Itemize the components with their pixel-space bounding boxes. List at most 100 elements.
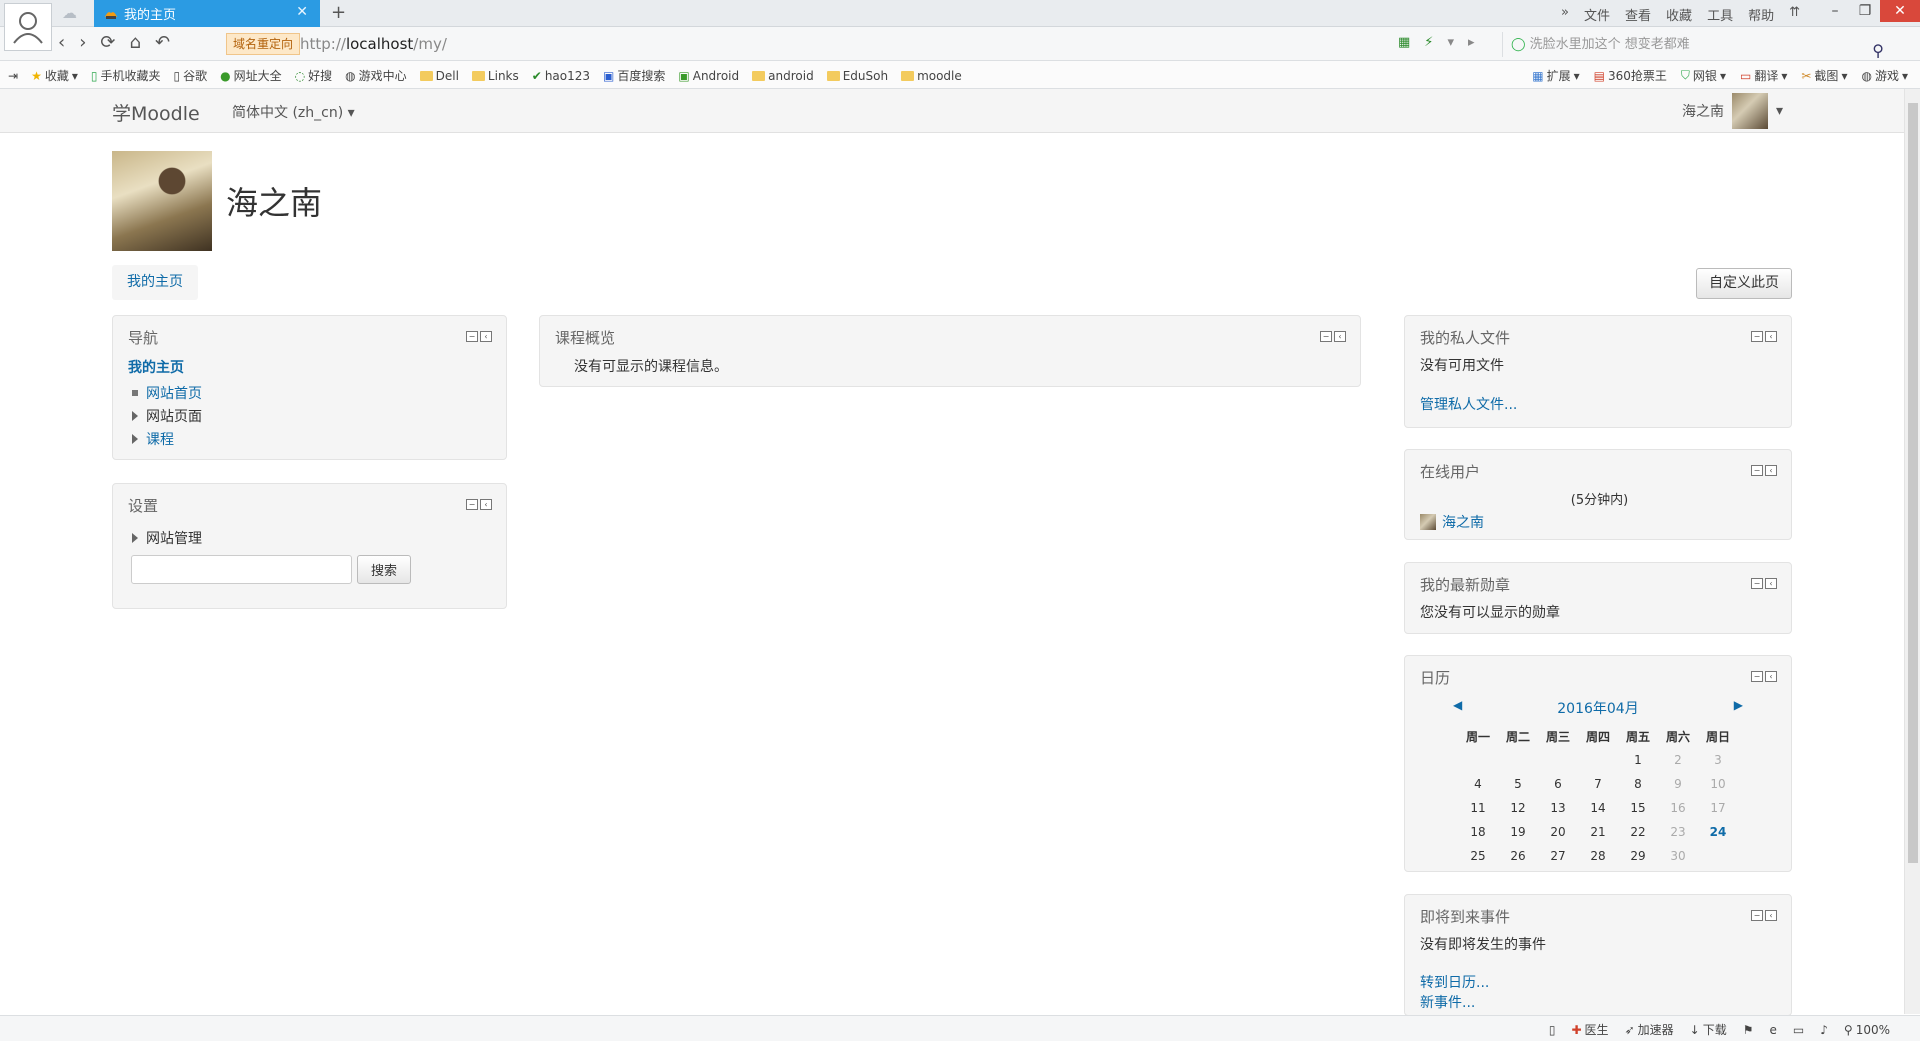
status-accelerator[interactable]: ➶ 加速器 bbox=[1625, 1021, 1674, 1038]
calendar-day[interactable]: 10 bbox=[1698, 772, 1738, 796]
cloud-icon[interactable]: ☁ bbox=[62, 4, 77, 22]
search-input[interactable]: ◯ 洗脸水里加这个 想变老都难 ⚲ bbox=[1502, 32, 1894, 60]
flag-icon[interactable]: ⚑ bbox=[1743, 1023, 1754, 1037]
domain-redirect-badge[interactable]: 域名重定向 bbox=[226, 33, 301, 55]
undo-icon[interactable]: ↶ bbox=[155, 32, 170, 53]
settings-item-site-admin[interactable]: 网站管理 bbox=[128, 526, 494, 549]
calendar-day[interactable]: 20 bbox=[1538, 820, 1578, 844]
calendar-day[interactable]: 25 bbox=[1458, 844, 1498, 868]
collapse-icon[interactable]: − bbox=[1751, 465, 1763, 476]
calendar-day[interactable]: 16 bbox=[1658, 796, 1698, 820]
ext-extensions[interactable]: ▦ 扩展 ▾ bbox=[1532, 67, 1579, 84]
tab-close-icon[interactable]: ✕ bbox=[296, 4, 308, 20]
bookmark-sites[interactable]: ● 网址大全 bbox=[220, 67, 282, 84]
mobile-icon[interactable]: ▯ bbox=[1549, 1023, 1556, 1037]
nav-link-site-home[interactable]: 网站首页 bbox=[146, 383, 202, 403]
menu-favorites[interactable]: 收藏 bbox=[1666, 5, 1692, 24]
bookmark-dell[interactable]: Dell bbox=[419, 69, 459, 83]
calendar-day[interactable]: 11 bbox=[1458, 796, 1498, 820]
bookmark-android[interactable]: ▣ Android bbox=[678, 69, 739, 83]
collapse-icon[interactable]: − bbox=[1751, 578, 1763, 589]
new-event-link[interactable]: 新事件... bbox=[1420, 992, 1779, 1012]
bookmark-moodle[interactable]: moodle bbox=[901, 69, 962, 83]
menu-tools[interactable]: 工具 bbox=[1707, 5, 1733, 24]
monitor-icon[interactable]: ▭ bbox=[1793, 1023, 1804, 1037]
dock-icon[interactable]: ‹ bbox=[1765, 578, 1777, 589]
bookmark-games[interactable]: ◍ 游戏中心 bbox=[345, 67, 407, 84]
language-menu[interactable]: 简体中文 (zh_cn) ▾ bbox=[232, 102, 355, 122]
close-window-icon[interactable]: ✕ bbox=[1880, 0, 1920, 22]
calendar-day[interactable]: 22 bbox=[1618, 820, 1658, 844]
back-icon[interactable]: ‹ bbox=[58, 32, 65, 53]
dock-icon[interactable]: ‹ bbox=[1765, 910, 1777, 921]
sidebar-toggle-icon[interactable]: ⇥ bbox=[8, 69, 18, 83]
menu-more[interactable]: » bbox=[1561, 5, 1569, 24]
calendar-day[interactable]: 19 bbox=[1498, 820, 1538, 844]
speaker-icon[interactable]: ♪ bbox=[1820, 1023, 1828, 1037]
play-icon[interactable]: ▸ bbox=[1468, 35, 1475, 50]
goto-calendar-link[interactable]: 转到日历... bbox=[1420, 972, 1779, 992]
lightning-icon[interactable]: ⚡ bbox=[1424, 35, 1433, 50]
url-input[interactable]: http://localhost/my/ bbox=[300, 32, 1495, 57]
calendar-day[interactable]: 9 bbox=[1658, 772, 1698, 796]
search-icon[interactable]: ⚲ bbox=[1872, 38, 1884, 63]
ie-icon[interactable]: e bbox=[1769, 1023, 1776, 1037]
user-profile-button[interactable] bbox=[4, 3, 52, 51]
ext-tickets[interactable]: ▤ 360抢票王 bbox=[1594, 67, 1667, 84]
next-month-icon[interactable]: ▶ bbox=[1734, 698, 1743, 718]
calendar-day[interactable]: 17 bbox=[1698, 796, 1738, 820]
calendar-day[interactable]: 6 bbox=[1538, 772, 1578, 796]
nav-link-courses[interactable]: 课程 bbox=[146, 429, 174, 449]
pin-icon[interactable]: ⇈ bbox=[1789, 5, 1800, 24]
nav-item-site-pages[interactable]: 网站页面 bbox=[128, 404, 494, 427]
dropdown-icon[interactable]: ▾ bbox=[1447, 35, 1454, 50]
bookmark-baidu[interactable]: ▣ 百度搜索 bbox=[603, 67, 665, 84]
collapse-icon[interactable]: − bbox=[1751, 671, 1763, 682]
calendar-day[interactable]: 14 bbox=[1578, 796, 1618, 820]
customize-page-button[interactable]: 自定义此页 bbox=[1696, 268, 1792, 299]
calendar-day[interactable]: 12 bbox=[1498, 796, 1538, 820]
scrollbar-thumb[interactable] bbox=[1908, 103, 1918, 863]
collapse-icon[interactable]: − bbox=[466, 499, 478, 510]
breadcrumb[interactable]: 我的主页 bbox=[112, 265, 198, 300]
qr-icon[interactable]: ▦ bbox=[1398, 35, 1410, 50]
calendar-day[interactable]: 23 bbox=[1658, 820, 1698, 844]
calendar-day[interactable]: 26 bbox=[1498, 844, 1538, 868]
dock-icon[interactable]: ‹ bbox=[1765, 465, 1777, 476]
new-tab-button[interactable]: + bbox=[331, 2, 346, 23]
calendar-day[interactable]: 7 bbox=[1578, 772, 1618, 796]
bookmark-mobile[interactable]: ▯ 手机收藏夹 bbox=[91, 67, 161, 84]
calendar-day[interactable]: 28 bbox=[1578, 844, 1618, 868]
status-download[interactable]: ↓ 下载 bbox=[1690, 1021, 1727, 1038]
ext-bank[interactable]: ⛉ 网银 ▾ bbox=[1681, 67, 1726, 84]
browser-tab-active[interactable]: 我的主页 ✕ bbox=[94, 0, 320, 27]
restore-icon[interactable]: ❐ bbox=[1850, 0, 1880, 22]
calendar-day[interactable]: 30 bbox=[1658, 844, 1698, 868]
menu-file[interactable]: 文件 bbox=[1584, 5, 1610, 24]
page-scrollbar[interactable] bbox=[1904, 89, 1920, 1014]
user-picture[interactable] bbox=[112, 151, 212, 251]
dock-icon[interactable]: ‹ bbox=[1765, 331, 1777, 342]
collapse-icon[interactable]: − bbox=[1320, 331, 1332, 342]
ext-screenshot[interactable]: ✂ 截图 ▾ bbox=[1801, 67, 1847, 84]
dock-icon[interactable]: ‹ bbox=[1765, 671, 1777, 682]
calendar-day[interactable]: 21 bbox=[1578, 820, 1618, 844]
calendar-day[interactable]: 4 bbox=[1458, 772, 1498, 796]
user-menu[interactable]: 海之南 ▾ bbox=[1682, 93, 1783, 129]
calendar-day[interactable]: 2 bbox=[1658, 748, 1698, 772]
settings-search-input[interactable] bbox=[131, 555, 352, 584]
calendar-month[interactable]: 2016年04月 bbox=[1557, 698, 1638, 718]
prev-month-icon[interactable]: ◀ bbox=[1453, 698, 1462, 718]
manage-files-link[interactable]: 管理私人文件... bbox=[1420, 394, 1779, 414]
dock-icon[interactable]: ‹ bbox=[1334, 331, 1346, 342]
ext-translate[interactable]: ▭ 翻译 ▾ bbox=[1740, 67, 1787, 84]
collapse-icon[interactable]: − bbox=[1751, 910, 1763, 921]
bookmark-favorites[interactable]: ★ 收藏 ▾ bbox=[31, 67, 78, 84]
bookmark-android-folder[interactable]: android bbox=[752, 69, 814, 83]
calendar-day[interactable]: 13 bbox=[1538, 796, 1578, 820]
collapse-icon[interactable]: − bbox=[1751, 331, 1763, 342]
bookmark-edusoh[interactable]: EduSoh bbox=[826, 69, 888, 83]
calendar-day[interactable]: 27 bbox=[1538, 844, 1578, 868]
calendar-day[interactable]: 3 bbox=[1698, 748, 1738, 772]
forward-icon[interactable]: › bbox=[79, 32, 86, 53]
